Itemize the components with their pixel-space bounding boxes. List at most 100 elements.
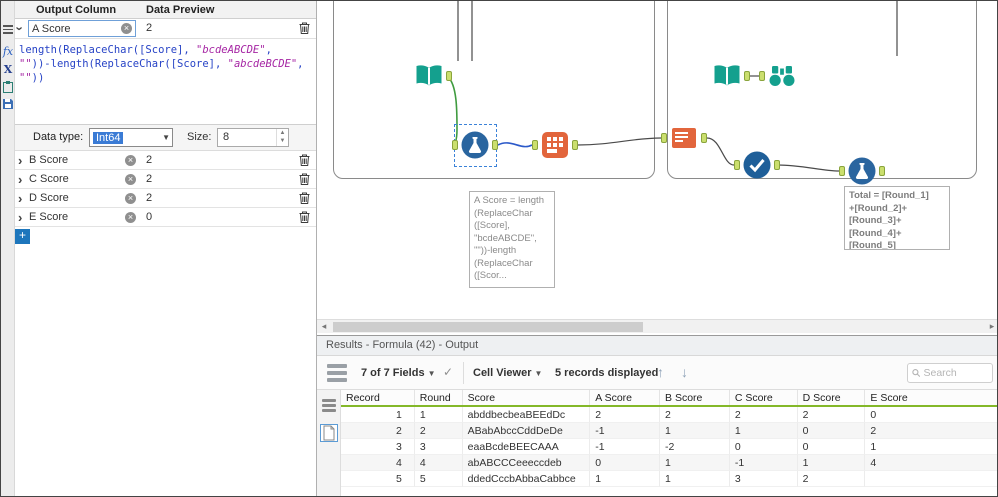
input-anchor[interactable]: [661, 133, 667, 143]
input-data-tool[interactable]: [414, 61, 452, 91]
cell: 1: [660, 423, 730, 439]
column-header[interactable]: B Score: [660, 390, 730, 405]
cell: 0: [590, 455, 661, 471]
variables-icon[interactable]: X: [2, 63, 14, 76]
metadata-view-icon[interactable]: [320, 396, 338, 414]
column-header[interactable]: Score: [463, 390, 591, 405]
size-input[interactable]: 8 ▲ ▼: [217, 128, 289, 147]
trash-icon[interactable]: [299, 173, 310, 185]
clear-field-icon[interactable]: ×: [121, 23, 132, 34]
field-name-input[interactable]: A Score ×: [28, 20, 136, 37]
field-row[interactable]: › E Score × 0: [15, 208, 316, 227]
chevron-right-icon[interactable]: ›: [18, 211, 22, 224]
output-anchor[interactable]: [744, 71, 750, 81]
trash-icon[interactable]: [299, 211, 310, 223]
clear-field-icon[interactable]: ×: [125, 212, 136, 223]
input-anchor[interactable]: [532, 140, 538, 150]
trash-icon[interactable]: [299, 154, 310, 166]
add-field-button[interactable]: +: [15, 229, 30, 244]
search-input[interactable]: [923, 367, 988, 379]
cell: 2: [797, 471, 866, 487]
data-type-select[interactable]: Int64 ▼: [89, 128, 173, 147]
input-data-tool-2[interactable]: [712, 61, 750, 91]
table-row[interactable]: 5 5 ddedCccbAbbaCabbce 1 1 3 2: [341, 471, 997, 487]
data-type-label: Data type:: [33, 131, 84, 143]
chevron-right-icon[interactable]: ›: [18, 154, 22, 167]
data-grid-icon[interactable]: [327, 363, 347, 386]
clear-field-icon[interactable]: ×: [125, 193, 136, 204]
unique-tool[interactable]: [734, 150, 780, 180]
input-anchor[interactable]: [734, 160, 740, 170]
fields-dropdown[interactable]: 7 of 7 Fields ▼: [361, 367, 436, 379]
trash-icon[interactable]: [299, 192, 310, 204]
output-anchor[interactable]: [774, 160, 780, 170]
formula-line: "")): [19, 72, 45, 84]
scroll-left-icon[interactable]: ◂: [317, 320, 331, 333]
output-anchor[interactable]: [492, 140, 498, 150]
column-header[interactable]: C Score: [730, 390, 798, 405]
data-type-row: Data type: Int64 ▼ Size: 8 ▲ ▼: [15, 125, 316, 151]
chevron-down-icon: ▼: [534, 369, 543, 378]
workflow-canvas[interactable]: A Score = length (ReplaceChar ([Score], …: [317, 1, 997, 334]
input-anchor[interactable]: [452, 140, 458, 150]
output-anchor[interactable]: [879, 166, 885, 176]
chevron-right-icon[interactable]: ›: [18, 192, 22, 205]
field-name-label: B Score: [29, 154, 69, 166]
field-row[interactable]: › D Score × 2: [15, 189, 316, 208]
formula-tool-2[interactable]: [839, 156, 885, 186]
spinner-icon[interactable]: ▲ ▼: [276, 129, 288, 146]
cell: 1: [660, 471, 730, 487]
formula-tool[interactable]: [452, 130, 498, 160]
cell: 2: [797, 407, 866, 423]
crosstab-tool[interactable]: [532, 130, 578, 160]
field-rows-list: › B Score × 2 › C Score × 2 › D Score × 2 › E Score × 0: [15, 151, 316, 227]
arrow-down-icon[interactable]: ↓: [681, 364, 688, 380]
cell-viewer-dropdown[interactable]: Cell Viewer ▼: [473, 367, 542, 379]
output-anchor[interactable]: [446, 71, 452, 81]
results-title: Results - Formula (42) - Output: [317, 336, 997, 356]
field-row[interactable]: › B Score × 2: [15, 151, 316, 170]
check-icon[interactable]: ✓: [443, 365, 453, 379]
column-header[interactable]: Round: [415, 390, 463, 405]
total-annotation[interactable]: Total = [Round_1] +[Round_2]+ [Round_3]+…: [844, 186, 950, 250]
table-row[interactable]: 1 1 abddbecbeaBEEdDc 2 2 2 2 0: [341, 407, 997, 423]
clipboard-icon[interactable]: [2, 81, 14, 96]
menu-icon[interactable]: [3, 25, 13, 34]
arrange-tool[interactable]: [661, 123, 707, 153]
clear-field-icon[interactable]: ×: [125, 174, 136, 185]
data-view-icon[interactable]: [320, 424, 338, 442]
column-header[interactable]: E Score: [865, 390, 997, 405]
active-field-row[interactable]: › A Score × 2: [13, 19, 316, 39]
fx-functions-icon[interactable]: fx: [2, 45, 14, 58]
chevron-down-icon[interactable]: ›: [13, 26, 28, 30]
table-row[interactable]: 4 4 abABCCCeeeccdeb 0 1 -1 1 4: [341, 455, 997, 471]
output-anchor[interactable]: [701, 133, 707, 143]
cell: -1: [590, 439, 661, 455]
scroll-right-icon[interactable]: ▸: [985, 320, 997, 333]
input-anchor[interactable]: [759, 71, 765, 81]
cell: 2: [590, 407, 661, 423]
clear-field-icon[interactable]: ×: [125, 155, 136, 166]
scrollbar-thumb[interactable]: [333, 322, 643, 332]
search-box[interactable]: [907, 363, 993, 383]
chevron-down-icon: ▼: [162, 133, 170, 142]
formula-editor[interactable]: length(ReplaceChar([Score], "bcdeABCDE",…: [15, 39, 316, 125]
browse-tool[interactable]: [759, 61, 797, 91]
column-header[interactable]: Record: [341, 390, 415, 405]
table-row[interactable]: 2 2 ABabAbccCddDeDe -1 1 1 0 2: [341, 423, 997, 439]
chevron-right-icon[interactable]: ›: [18, 173, 22, 186]
flask-icon: [461, 131, 489, 159]
column-header[interactable]: A Score: [590, 390, 661, 405]
cell: -1: [729, 455, 798, 471]
cell: -1: [590, 423, 661, 439]
field-row[interactable]: › C Score × 2: [15, 170, 316, 189]
input-anchor[interactable]: [839, 166, 845, 176]
column-header[interactable]: D Score: [798, 390, 866, 405]
trash-icon[interactable]: [299, 22, 310, 34]
formula-annotation[interactable]: A Score = length (ReplaceChar ([Score], …: [469, 191, 555, 288]
output-anchor[interactable]: [572, 140, 578, 150]
arrow-up-icon[interactable]: ↑: [657, 364, 664, 380]
table-row[interactable]: 3 3 eaaBcdeBEECAAA -1 -2 0 0 1: [341, 439, 997, 455]
save-icon[interactable]: [2, 99, 14, 112]
canvas-horizontal-scrollbar[interactable]: ◂ ▸: [317, 319, 997, 333]
